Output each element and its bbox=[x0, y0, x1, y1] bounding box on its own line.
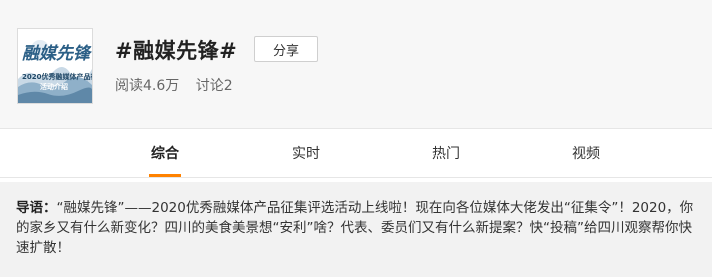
cover-art: 融媒先锋 2020优秀融媒体产品征集 活动介绍 bbox=[18, 29, 92, 103]
discussion-count[interactable]: 讨论2 bbox=[196, 78, 233, 94]
cover-main-text: 融媒先锋 bbox=[22, 44, 92, 64]
topic-tabs: 综合 实时 热门 视频 bbox=[0, 129, 712, 178]
topic-title: #融媒先锋# bbox=[115, 39, 238, 63]
guide-label: 导语： bbox=[16, 200, 57, 216]
tab-comprehensive[interactable]: 综合 bbox=[125, 129, 205, 177]
read-count: 阅读4.6万 bbox=[115, 78, 180, 94]
topic-cover-image[interactable]: 融媒先锋 2020优秀融媒体产品征集 活动介绍 bbox=[17, 28, 93, 104]
tab-hot[interactable]: 热门 bbox=[406, 129, 486, 177]
topic-guide: 导语：“融媒先锋”——2020优秀融媒体产品征集评选活动上线啦！现在向各位媒体大… bbox=[0, 182, 712, 277]
cover-subtitle-text: 2020优秀融媒体产品征集 bbox=[22, 72, 92, 81]
topic-stats: 阅读4.6万 讨论2 bbox=[115, 75, 245, 95]
topic-header: 融媒先锋 2020优秀融媒体产品征集 活动介绍 #融媒先锋# 分享 阅读4.6万… bbox=[0, 0, 712, 129]
tab-video[interactable]: 视频 bbox=[546, 129, 626, 177]
share-button[interactable]: 分享 bbox=[254, 36, 318, 62]
tab-realtime[interactable]: 实时 bbox=[266, 129, 346, 177]
cover-subtitle-text-2: 活动介绍 bbox=[40, 82, 68, 91]
guide-text: “融媒先锋”——2020优秀融媒体产品征集评选活动上线啦！现在向各位媒体大佬发出… bbox=[16, 200, 694, 256]
